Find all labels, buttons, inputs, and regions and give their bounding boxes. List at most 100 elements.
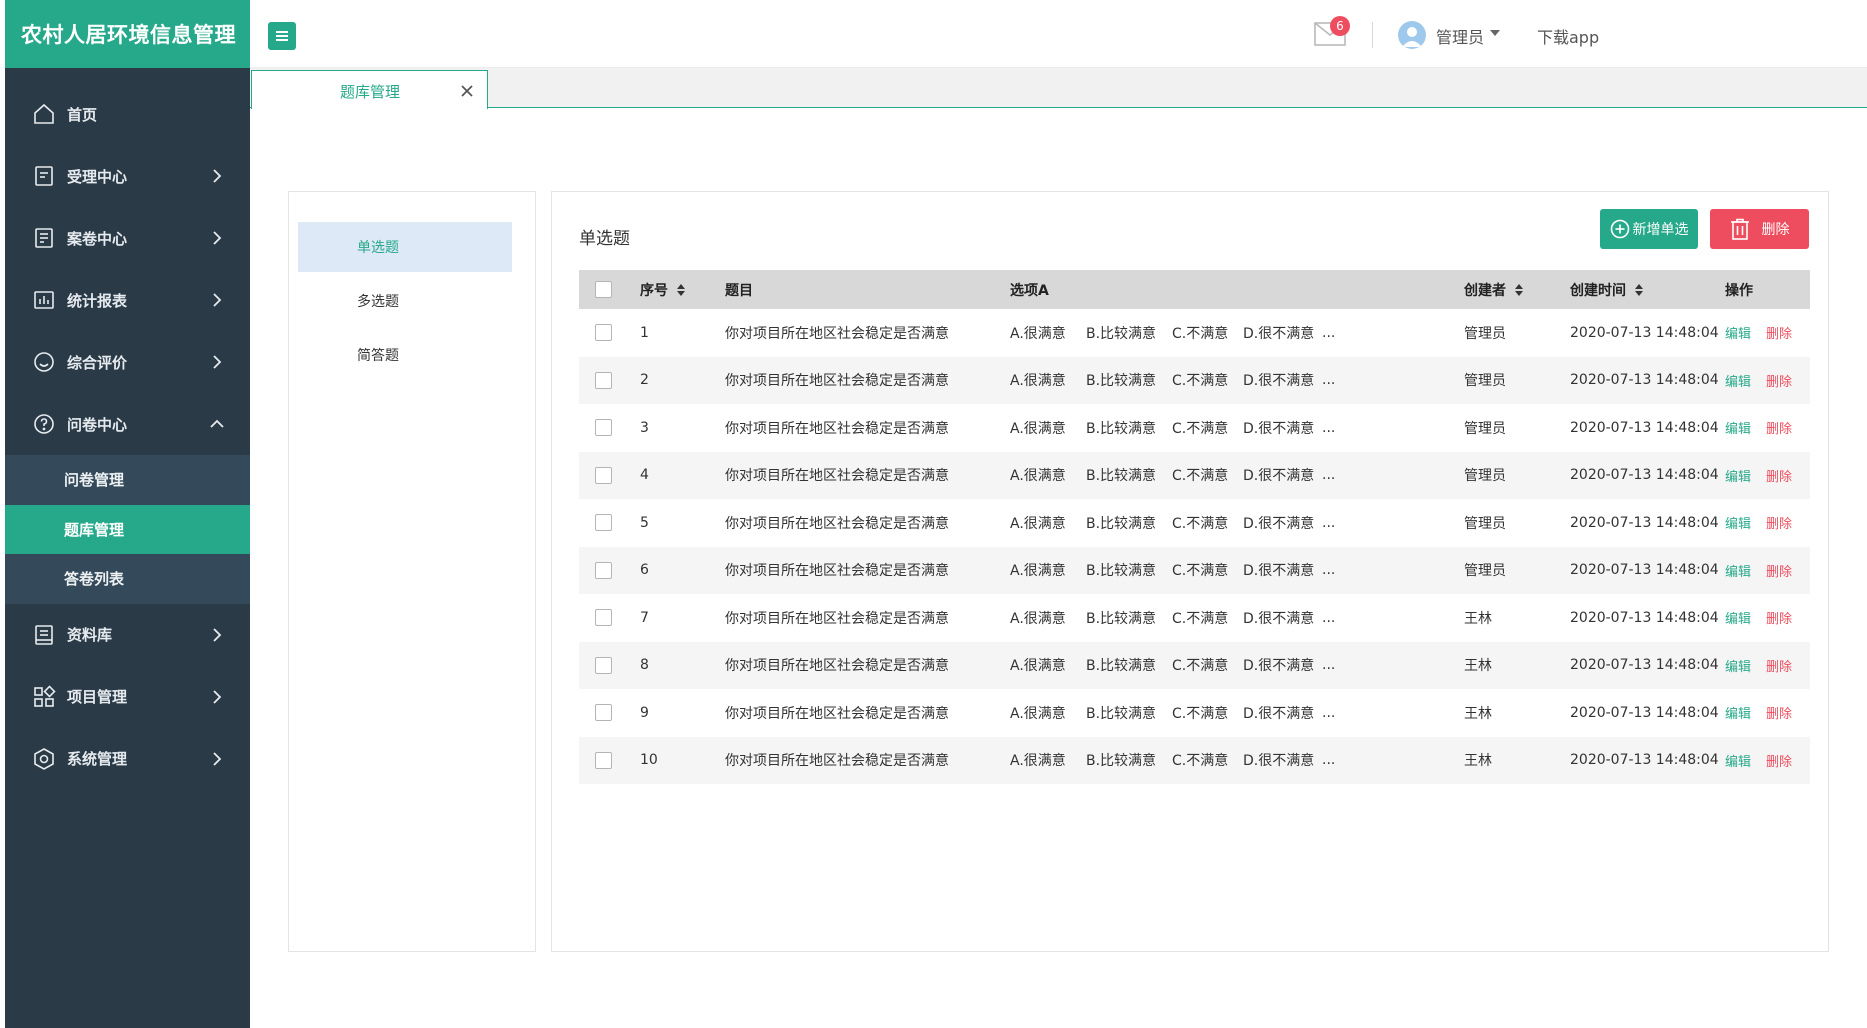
menu-toggle-button[interactable] bbox=[268, 22, 296, 50]
row-checkbox-cell bbox=[595, 737, 612, 785]
edit-link[interactable]: 编辑 bbox=[1725, 751, 1751, 770]
delete-link[interactable]: 删除 bbox=[1766, 466, 1792, 485]
header-creator[interactable]: 创建者 bbox=[1464, 270, 1524, 309]
row-option-c: C.不满意 bbox=[1172, 373, 1229, 390]
edit-link[interactable]: 编辑 bbox=[1725, 323, 1751, 342]
close-icon[interactable] bbox=[460, 83, 474, 97]
row-creator: 王林 bbox=[1464, 753, 1492, 770]
row-checkbox[interactable] bbox=[595, 466, 612, 484]
plus-circle-icon bbox=[1610, 219, 1629, 239]
table-body: 1 你对项目所在地区社会稳定是否满意 A.很满意 B.比较满意 C.不满意 D.很不满意.… bbox=[579, 309, 1810, 784]
chevron-right-icon bbox=[208, 167, 226, 185]
table-row: 4 你对项目所在地区社会稳定是否满意 A.很满意 B.比较满意 C.不满意 D.很不满意.… bbox=[579, 451, 1810, 499]
delete-link[interactable]: 删除 bbox=[1766, 703, 1792, 722]
table-row: 10 你对项目所在地区社会稳定是否满意 A.很满意 B.比较满意 C.不满意 D.很不满意… bbox=[579, 736, 1810, 785]
delete-link[interactable]: 删除 bbox=[1766, 513, 1792, 532]
settings-hexagon-icon bbox=[31, 746, 57, 772]
category-multiple-choice[interactable]: 多选题 bbox=[298, 276, 512, 326]
sidebar-item-label: 统计报表 bbox=[67, 291, 128, 310]
sort-icon[interactable] bbox=[677, 283, 686, 297]
sidebar-subitem-question-bank[interactable]: 题库管理 bbox=[5, 504, 250, 554]
row-index: 10 bbox=[640, 752, 658, 769]
edit-link[interactable]: 编辑 bbox=[1725, 466, 1751, 485]
row-checkbox-cell bbox=[595, 357, 612, 405]
question-circle-icon bbox=[31, 411, 57, 437]
delete-link[interactable]: 删除 bbox=[1766, 371, 1792, 390]
row-checkbox[interactable] bbox=[595, 419, 612, 437]
header-title: 题目 bbox=[725, 282, 753, 299]
header-checkbox-cell bbox=[595, 270, 612, 309]
row-title: 你对项目所在地区社会稳定是否满意 bbox=[725, 563, 949, 580]
row-option-d: D.很不满意 bbox=[1243, 373, 1315, 390]
edit-link[interactable]: 编辑 bbox=[1725, 608, 1751, 627]
row-creator: 管理员 bbox=[1464, 563, 1506, 580]
chevron-right-icon bbox=[208, 688, 226, 706]
sidebar-item-dossier[interactable]: 案卷中心 bbox=[5, 207, 250, 269]
delete-link[interactable]: 删除 bbox=[1766, 323, 1792, 342]
avatar[interactable] bbox=[1398, 21, 1426, 49]
sidebar-subitem-questionnaire-management[interactable]: 问卷管理 bbox=[5, 455, 250, 505]
select-all-checkbox[interactable] bbox=[595, 281, 612, 298]
category-short-answer[interactable]: 简答题 bbox=[298, 330, 512, 380]
delete-link[interactable]: 删除 bbox=[1766, 608, 1792, 627]
row-index: 5 bbox=[640, 514, 649, 531]
sort-icon[interactable] bbox=[1515, 283, 1524, 297]
sidebar-item-evaluation[interactable]: 综合评价 bbox=[5, 331, 250, 393]
row-option-c: C.不满意 bbox=[1172, 325, 1229, 342]
header-index[interactable]: 序号 bbox=[640, 270, 686, 309]
row-more-options: ... bbox=[1322, 419, 1336, 436]
row-checkbox[interactable] bbox=[595, 561, 612, 579]
row-more-options: ... bbox=[1322, 704, 1336, 721]
edit-link[interactable]: 编辑 bbox=[1725, 703, 1751, 722]
delete-link[interactable]: 删除 bbox=[1766, 418, 1792, 437]
sidebar-item-projects[interactable]: 项目管理 bbox=[5, 666, 250, 728]
sidebar-item-library[interactable]: 资料库 bbox=[5, 604, 250, 666]
caret-down-icon[interactable] bbox=[1490, 30, 1500, 36]
sort-icon[interactable] bbox=[1635, 283, 1644, 297]
edit-link[interactable]: 编辑 bbox=[1725, 656, 1751, 675]
sidebar-item-reports[interactable]: 统计报表 bbox=[5, 269, 250, 331]
user-name[interactable]: 管理员 bbox=[1436, 24, 1484, 48]
edit-link[interactable]: 编辑 bbox=[1725, 561, 1751, 580]
row-more-options: ... bbox=[1322, 514, 1336, 531]
row-actions: 编辑 删除 bbox=[1725, 594, 1792, 642]
header-creator-label: 创建者 bbox=[1464, 282, 1506, 299]
row-title: 你对项目所在地区社会稳定是否满意 bbox=[725, 753, 949, 770]
delete-link[interactable]: 删除 bbox=[1766, 561, 1792, 580]
row-checkbox[interactable] bbox=[595, 514, 612, 532]
header-created-at[interactable]: 创建时间 bbox=[1570, 270, 1644, 309]
row-checkbox[interactable] bbox=[595, 609, 612, 627]
panel-title: 单选题 bbox=[579, 229, 630, 249]
table-row: 9 你对项目所在地区社会稳定是否满意 A.很满意 B.比较满意 C.不满意 D.很不满意.… bbox=[579, 689, 1810, 737]
row-checkbox[interactable] bbox=[595, 656, 612, 674]
edit-link[interactable]: 编辑 bbox=[1725, 513, 1751, 532]
sidebar-item-home[interactable]: 首页 bbox=[5, 83, 250, 145]
sidebar-item-system[interactable]: 系统管理 bbox=[5, 728, 250, 790]
sidebar-item-acceptance[interactable]: 受理中心 bbox=[5, 145, 250, 207]
sidebar-item-questionnaire[interactable]: 问卷中心 bbox=[5, 393, 250, 455]
edit-link[interactable]: 编辑 bbox=[1725, 418, 1751, 437]
row-checkbox[interactable] bbox=[595, 704, 612, 722]
sidebar-subitem-answer-list[interactable]: 答卷列表 bbox=[5, 554, 250, 604]
table-row: 5 你对项目所在地区社会稳定是否满意 A.很满意 B.比较满意 C.不满意 D.很不满意.… bbox=[579, 499, 1810, 547]
delete-link[interactable]: 删除 bbox=[1766, 656, 1792, 675]
row-more-options: ... bbox=[1322, 372, 1336, 389]
row-option-d: D.很不满意 bbox=[1243, 658, 1315, 675]
row-title: 你对项目所在地区社会稳定是否满意 bbox=[725, 420, 949, 437]
sidebar: 农村人居环境信息管理 首页 受理中心 案卷中心 统计报表 综合评价 问卷中心 问… bbox=[5, 0, 250, 1028]
edit-link[interactable]: 编辑 bbox=[1725, 371, 1751, 390]
download-app-link[interactable]: 下载app bbox=[1537, 24, 1599, 48]
document-icon bbox=[31, 163, 57, 189]
row-checkbox[interactable] bbox=[595, 371, 612, 389]
delete-button[interactable]: 删除 bbox=[1710, 209, 1809, 249]
add-single-choice-button[interactable]: 新增单选 bbox=[1600, 209, 1698, 249]
category-single-choice[interactable]: 单选题 bbox=[298, 222, 512, 272]
row-checkbox[interactable] bbox=[595, 324, 612, 342]
row-checkbox[interactable] bbox=[595, 751, 612, 769]
row-index: 7 bbox=[640, 609, 649, 626]
delete-link[interactable]: 删除 bbox=[1766, 751, 1792, 770]
row-created-at: 2020-07-13 14:48:04 bbox=[1570, 324, 1719, 341]
tab-question-bank[interactable]: 题库管理 bbox=[251, 70, 488, 109]
header-index-label: 序号 bbox=[640, 282, 668, 299]
table-row: 7 你对项目所在地区社会稳定是否满意 A.很满意 B.比较满意 C.不满意 D.很不满意.… bbox=[579, 594, 1810, 642]
